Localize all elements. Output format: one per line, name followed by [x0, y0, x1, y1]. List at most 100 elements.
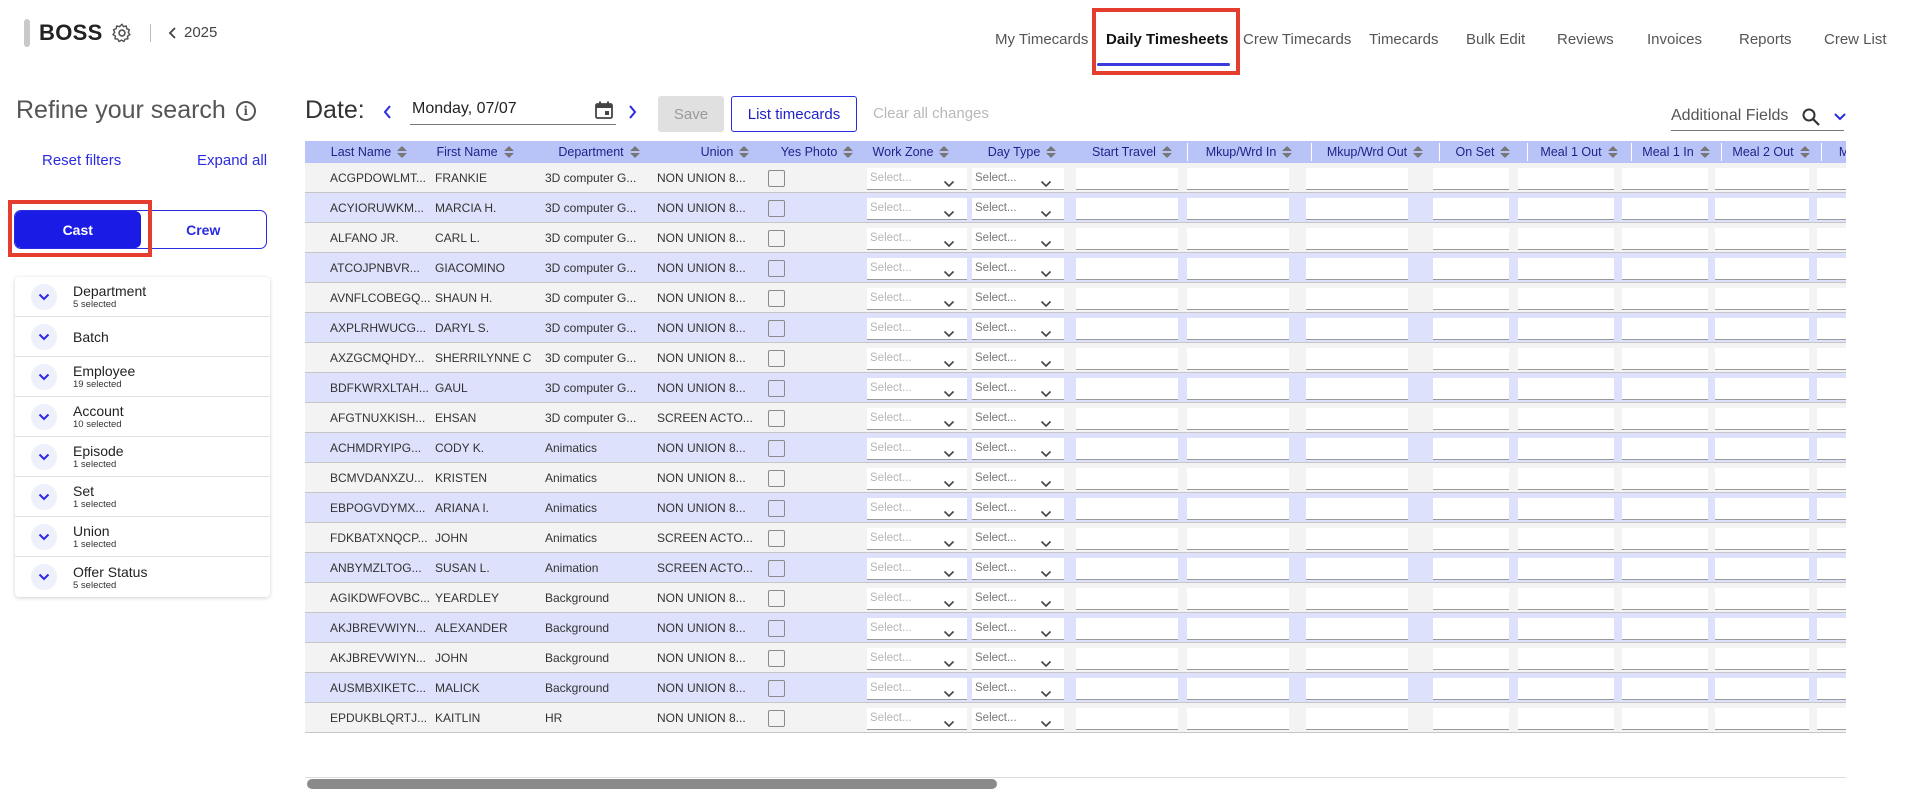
time-input-meal-1-out[interactable] — [1518, 198, 1614, 220]
day-type-select[interactable]: Select... — [972, 708, 1064, 730]
time-input-mea[interactable] — [1817, 498, 1846, 520]
time-input-meal-1-in[interactable] — [1622, 618, 1708, 640]
time-input-meal-2-out[interactable] — [1715, 318, 1809, 340]
filter-employee[interactable]: Employee 19 selected — [15, 357, 270, 397]
time-input-meal-2-out[interactable] — [1715, 588, 1809, 610]
chevron-down-icon[interactable] — [31, 523, 57, 550]
yes-photo-checkbox[interactable] — [768, 440, 785, 457]
time-input-meal-1-in[interactable] — [1622, 198, 1708, 220]
nav-my-timecards[interactable]: My Timecards — [995, 31, 1088, 48]
sort-icon[interactable] — [939, 146, 950, 158]
time-input-mkup-wrd-out[interactable] — [1306, 468, 1408, 490]
day-type-select[interactable]: Select... — [972, 648, 1064, 670]
time-input-meal-1-in[interactable] — [1622, 288, 1708, 310]
table-row[interactable]: EPDUKBLQRTJ... KAITLIN HR NON UNION 8... Sel… — [305, 703, 1846, 733]
time-input-meal-1-out[interactable] — [1518, 528, 1614, 550]
time-input-meal-1-in[interactable] — [1622, 468, 1708, 490]
time-input-meal-1-in[interactable] — [1622, 258, 1708, 280]
chevron-down-icon[interactable] — [31, 323, 57, 350]
time-input-meal-2-out[interactable] — [1715, 498, 1809, 520]
yes-photo-checkbox[interactable] — [768, 320, 785, 337]
column-header-first-name[interactable]: First Name — [423, 141, 527, 163]
time-input-meal-2-out[interactable] — [1715, 408, 1809, 430]
time-input-meal-1-in[interactable] — [1622, 648, 1708, 670]
work-zone-select[interactable]: Select... — [867, 588, 967, 610]
time-input-meal-1-out[interactable] — [1518, 438, 1614, 460]
time-input-mea[interactable] — [1817, 708, 1846, 730]
time-input-meal-2-out[interactable] — [1715, 228, 1809, 250]
yes-photo-checkbox[interactable] — [768, 170, 785, 187]
time-input-meal-1-out[interactable] — [1518, 408, 1614, 430]
time-input-start-travel[interactable] — [1076, 468, 1178, 490]
work-zone-select[interactable]: Select... — [867, 678, 967, 700]
chevron-down-icon[interactable] — [1833, 112, 1847, 122]
time-input-mkup-wrd-in[interactable] — [1187, 258, 1289, 280]
time-input-meal-1-in[interactable] — [1622, 438, 1708, 460]
time-input-mkup-wrd-out[interactable] — [1306, 708, 1408, 730]
work-zone-select[interactable]: Select... — [867, 558, 967, 580]
time-input-mea[interactable] — [1817, 288, 1846, 310]
time-input-mkup-wrd-out[interactable] — [1306, 678, 1408, 700]
time-input-meal-1-in[interactable] — [1622, 168, 1708, 190]
time-input-meal-1-out[interactable] — [1518, 228, 1614, 250]
time-input-start-travel[interactable] — [1076, 678, 1178, 700]
time-input-start-travel[interactable] — [1076, 168, 1178, 190]
time-input-meal-2-out[interactable] — [1715, 288, 1809, 310]
time-input-on-set[interactable] — [1433, 498, 1509, 520]
sort-icon[interactable] — [739, 146, 750, 158]
time-input-on-set[interactable] — [1433, 708, 1509, 730]
time-input-on-set[interactable] — [1433, 528, 1509, 550]
time-input-start-travel[interactable] — [1076, 588, 1178, 610]
day-type-select[interactable]: Select... — [972, 498, 1064, 520]
time-input-mkup-wrd-out[interactable] — [1306, 438, 1408, 460]
column-header-on-set[interactable]: On Set — [1439, 141, 1527, 163]
time-input-mkup-wrd-out[interactable] — [1306, 288, 1408, 310]
filter-department[interactable]: Department 5 selected — [15, 277, 270, 317]
work-zone-select[interactable]: Select... — [867, 618, 967, 640]
sort-icon[interactable] — [503, 146, 514, 158]
time-input-mkup-wrd-in[interactable] — [1187, 288, 1289, 310]
column-header-last-name[interactable]: Last Name — [315, 141, 423, 163]
time-input-on-set[interactable] — [1433, 168, 1509, 190]
day-type-select[interactable]: Select... — [972, 168, 1064, 190]
time-input-mkup-wrd-out[interactable] — [1306, 168, 1408, 190]
time-input-mkup-wrd-in[interactable] — [1187, 678, 1289, 700]
time-input-meal-2-out[interactable] — [1715, 678, 1809, 700]
yes-photo-checkbox[interactable] — [768, 500, 785, 517]
time-input-meal-1-out[interactable] — [1518, 708, 1614, 730]
time-input-mea[interactable] — [1817, 558, 1846, 580]
time-input-on-set[interactable] — [1433, 198, 1509, 220]
time-input-meal-1-in[interactable] — [1622, 588, 1708, 610]
work-zone-select[interactable]: Select... — [867, 228, 967, 250]
filter-batch[interactable]: Batch — [15, 317, 270, 357]
day-type-select[interactable]: Select... — [972, 468, 1064, 490]
column-header-meal-1-out[interactable]: Meal 1 Out — [1527, 141, 1631, 163]
time-input-meal-2-out[interactable] — [1715, 648, 1809, 670]
calendar-icon[interactable] — [594, 100, 614, 120]
table-row[interactable]: AKJBREVWIYN... JOHN Background NON UNION 8.… — [305, 643, 1846, 673]
table-row[interactable]: ACYIORUWKM... MARCIA H. 3D computer G... NO… — [305, 193, 1846, 223]
time-input-on-set[interactable] — [1433, 288, 1509, 310]
time-input-on-set[interactable] — [1433, 378, 1509, 400]
yes-photo-checkbox[interactable] — [768, 470, 785, 487]
time-input-mkup-wrd-out[interactable] — [1306, 528, 1408, 550]
column-header-mkup-wrd-in[interactable]: Mkup/Wrd In — [1187, 141, 1311, 163]
yes-photo-checkbox[interactable] — [768, 590, 785, 607]
chevron-down-icon[interactable] — [31, 403, 57, 430]
yes-photo-checkbox[interactable] — [768, 530, 785, 547]
time-input-meal-2-out[interactable] — [1715, 528, 1809, 550]
time-input-meal-1-in[interactable] — [1622, 678, 1708, 700]
chevron-down-icon[interactable] — [31, 564, 57, 590]
column-header-start-travel[interactable]: Start Travel — [1077, 141, 1187, 163]
column-header-mea[interactable]: Mea — [1821, 141, 1846, 163]
time-input-meal-1-out[interactable] — [1518, 558, 1614, 580]
time-input-mkup-wrd-in[interactable] — [1187, 318, 1289, 340]
time-input-start-travel[interactable] — [1076, 528, 1178, 550]
info-icon[interactable]: i — [235, 100, 256, 121]
day-type-select[interactable]: Select... — [972, 198, 1064, 220]
work-zone-select[interactable]: Select... — [867, 198, 967, 220]
yes-photo-checkbox[interactable] — [768, 680, 785, 697]
day-type-select[interactable]: Select... — [972, 408, 1064, 430]
filter-account[interactable]: Account 10 selected — [15, 397, 270, 437]
time-input-start-travel[interactable] — [1076, 708, 1178, 730]
